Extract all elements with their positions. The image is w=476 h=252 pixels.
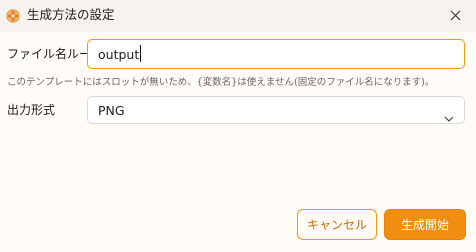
close-button[interactable] xyxy=(436,0,476,32)
filename-rule-input[interactable]: output xyxy=(87,39,465,69)
output-format-select[interactable]: PNG xyxy=(87,96,465,124)
start-generation-button[interactable]: 生成開始 xyxy=(384,209,466,240)
output-format-value: PNG xyxy=(98,103,125,118)
close-icon xyxy=(450,10,461,21)
filename-rule-value: output xyxy=(98,47,140,62)
text-caret xyxy=(140,45,141,62)
flower-icon xyxy=(6,8,20,23)
title-bar[interactable]: 生成方法の設定 xyxy=(0,0,476,32)
cancel-button[interactable]: キャンセル xyxy=(297,209,377,240)
chevron-down-icon xyxy=(444,107,454,126)
window-title: 生成方法の設定 xyxy=(27,7,115,22)
generation-settings-dialog: 生成方法の設定 ファイル名ルール output このテンプレートにはスロットが無… xyxy=(0,0,476,252)
output-format-label: 出力形式 xyxy=(7,103,56,117)
slot-hint-text: このテンプレートにはスロットが無いため、{変数名}は使えません(固定のファイル名… xyxy=(7,77,435,88)
